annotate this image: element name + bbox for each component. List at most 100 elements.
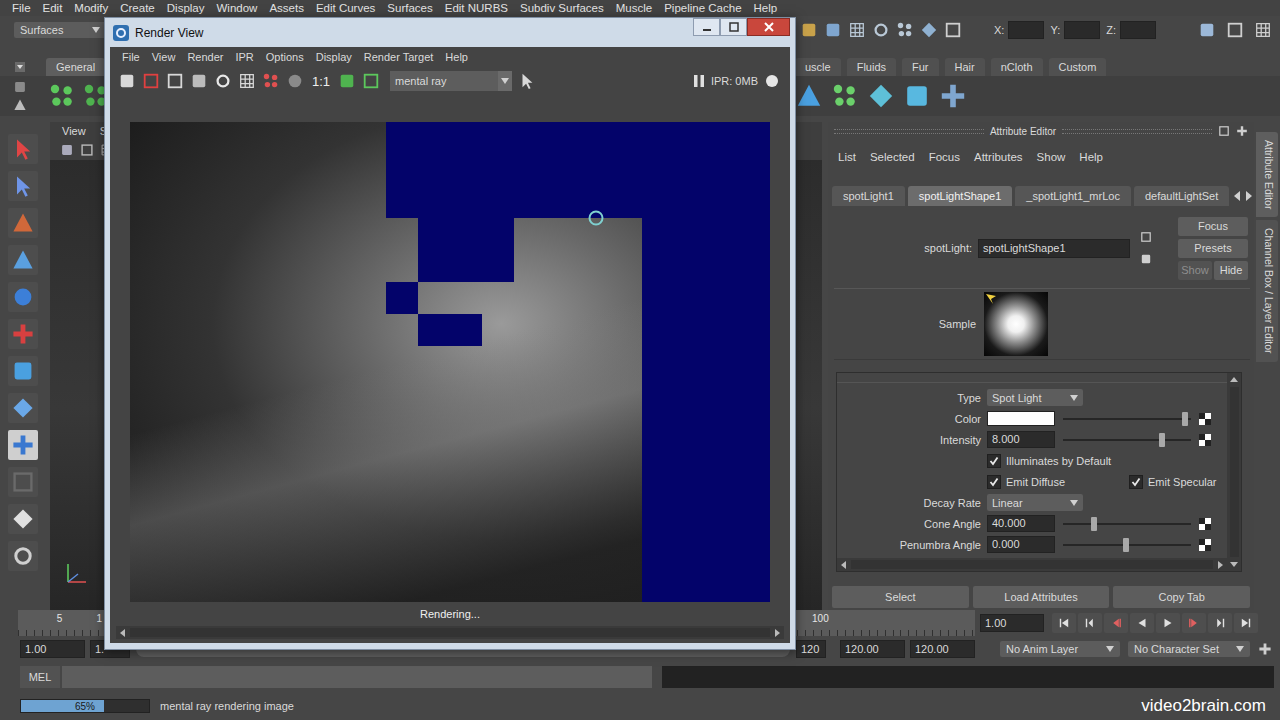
outliner-layout-icon[interactable] (11, 544, 35, 568)
menu-item[interactable]: Options (260, 51, 310, 63)
show-channel-box-icon[interactable] (1254, 21, 1272, 39)
playback-button[interactable] (1130, 613, 1154, 633)
playback-button[interactable] (1234, 613, 1258, 633)
revolve-icon[interactable] (867, 82, 895, 110)
playback-button[interactable] (1182, 613, 1206, 633)
panel-button[interactable]: Presets (1178, 239, 1248, 258)
menu-item[interactable]: Edit (37, 0, 69, 16)
shelf-menu-icon[interactable] (14, 61, 26, 73)
maximize-button[interactable] (720, 18, 747, 36)
attribute-field[interactable]: 40.000 (987, 515, 1055, 532)
paint-select-tool-icon[interactable] (11, 211, 35, 235)
move-tool-icon[interactable] (11, 248, 35, 272)
menu-item[interactable]: File (116, 51, 146, 63)
render-region-icon[interactable] (166, 72, 184, 90)
shelf-tab[interactable]: Custom (1049, 58, 1107, 76)
node-tab[interactable]: _spotLight1_mrLoc (1015, 186, 1131, 206)
menu-item[interactable]: Selected (863, 151, 922, 163)
attribute-dropdown[interactable]: Spot Light (987, 389, 1083, 406)
tool-button[interactable] (8, 430, 38, 460)
node-tab[interactable]: spotLight1 (832, 186, 905, 206)
footer-button[interactable]: Load Attributes (973, 586, 1110, 608)
rotate-tool-icon[interactable] (11, 285, 35, 309)
snap-plane-icon[interactable] (920, 21, 938, 39)
shelf-tab[interactable]: Fluids (847, 58, 896, 76)
last-used-tool-icon[interactable] (11, 433, 35, 457)
step-forward-frame-icon[interactable] (1187, 616, 1201, 630)
menu-item[interactable]: IPR (229, 51, 259, 63)
tab-scroll-right-icon[interactable] (1244, 189, 1254, 203)
render-view-window[interactable]: Render ViewFileViewRenderIPROptionsDispl… (104, 17, 796, 650)
coord-field[interactable] (1120, 21, 1156, 39)
scale-tool-icon[interactable] (11, 322, 35, 346)
attribute-slider[interactable] (1063, 412, 1191, 426)
viewport-menu-item[interactable]: View (56, 125, 92, 137)
current-time-field[interactable]: 1.00 (980, 614, 1044, 632)
panel-button[interactable]: Focus (1178, 217, 1248, 236)
menu-item[interactable]: Pipeline Cache (658, 0, 747, 16)
coord-field[interactable] (1008, 21, 1044, 39)
menu-item[interactable]: Modify (68, 0, 114, 16)
open-scene-icon[interactable] (800, 21, 818, 39)
playback-button[interactable] (1052, 613, 1076, 633)
playback-button[interactable] (1208, 613, 1232, 633)
step-forward-key-icon[interactable] (1213, 616, 1227, 630)
alpha-channel-icon[interactable] (286, 72, 304, 90)
menu-item[interactable]: Display (161, 0, 211, 16)
menu-item[interactable]: Window (210, 0, 263, 16)
empty-tool-slot-icon[interactable] (11, 470, 35, 494)
scroll-right-icon[interactable] (772, 628, 782, 638)
single-pane-layout-icon[interactable] (11, 507, 35, 531)
go-to-end-icon[interactable] (1239, 616, 1253, 630)
menu-item[interactable]: Surfaces (381, 0, 438, 16)
map-texture-icon[interactable] (1199, 434, 1211, 446)
menu-item[interactable]: File (6, 0, 37, 16)
soft-modification-icon[interactable] (11, 396, 35, 420)
cv-curve-icon[interactable] (48, 82, 76, 110)
tool-button[interactable] (8, 393, 38, 423)
menu-item[interactable]: Help (1072, 151, 1110, 163)
menu-item[interactable]: Render (181, 51, 229, 63)
side-tab[interactable]: Attribute Editor (1256, 132, 1278, 217)
menu-item[interactable]: List (831, 151, 863, 163)
snap-point-icon[interactable] (896, 21, 914, 39)
float-panel-icon[interactable] (1218, 125, 1230, 137)
slider-handle[interactable] (1159, 433, 1165, 447)
keep-image-icon[interactable] (362, 72, 380, 90)
checkbox[interactable]: Illuminates by Default (987, 454, 1129, 468)
coord-field[interactable] (1064, 21, 1100, 39)
start-time-field[interactable]: 1.00 (20, 640, 85, 658)
checkbox-box[interactable] (987, 475, 1001, 489)
vertical-scrollbar[interactable] (1227, 373, 1241, 571)
shelf-tab[interactable]: General (46, 58, 105, 76)
show-tool-settings-icon[interactable] (1226, 21, 1244, 39)
extrude-icon[interactable] (903, 82, 931, 110)
checkbox[interactable]: Emit Diffuse (987, 475, 1129, 489)
map-texture-icon[interactable] (1199, 413, 1211, 425)
attribute-field[interactable]: 0.000 (987, 536, 1055, 553)
render-view-scrollbar[interactable] (116, 626, 784, 639)
scroll-left-icon[interactable] (118, 628, 128, 638)
close-button[interactable] (747, 18, 790, 36)
camera-select-icon[interactable] (60, 143, 74, 157)
render-settings-hand-icon[interactable] (518, 72, 536, 90)
checkbox-box[interactable] (987, 454, 1001, 468)
show-attribute-editor-icon[interactable] (1198, 21, 1216, 39)
scroll-down-icon[interactable] (1229, 559, 1239, 569)
snap-grid-icon[interactable] (848, 21, 866, 39)
rgb-channels-icon[interactable] (262, 72, 280, 90)
attribute-slider[interactable] (1063, 433, 1191, 447)
horizontal-scrollbar[interactable] (837, 558, 1227, 571)
open-image-icon[interactable] (118, 72, 136, 90)
menu-item[interactable]: Show (1030, 151, 1073, 163)
scroll-up-icon[interactable] (1229, 375, 1239, 385)
tool-button[interactable] (8, 134, 38, 164)
slider-handle[interactable] (1091, 517, 1097, 531)
visibility-button[interactable]: Hide (1214, 261, 1248, 280)
tool-button[interactable] (8, 282, 38, 312)
pause-ipr-icon[interactable] (693, 74, 705, 88)
play-forwards-icon[interactable] (1161, 616, 1175, 630)
menu-set-dropdown[interactable]: Surfaces (14, 22, 106, 38)
tool-button[interactable] (8, 467, 38, 497)
menu-item[interactable]: Attributes (967, 151, 1030, 163)
